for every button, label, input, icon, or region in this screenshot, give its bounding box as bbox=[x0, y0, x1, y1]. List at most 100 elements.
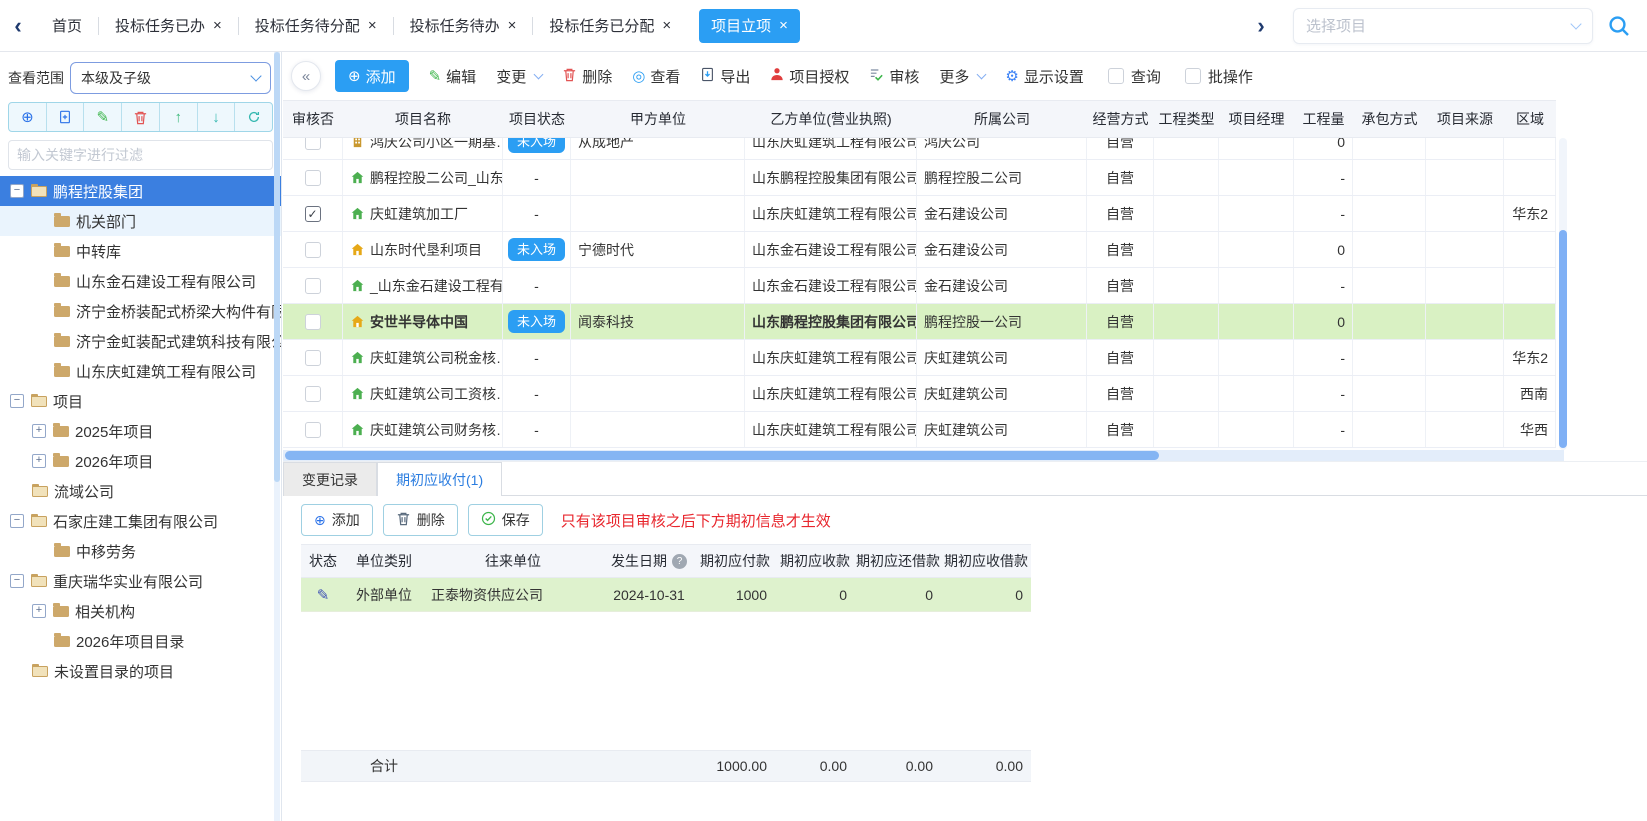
tab-close-icon[interactable]: × bbox=[662, 18, 671, 33]
move-down-icon[interactable]: ↓ bbox=[198, 103, 236, 131]
change-button[interactable]: 变更 bbox=[496, 66, 542, 87]
tree-node[interactable]: 济宁金虹装配式建筑科技有限公司 bbox=[0, 326, 281, 356]
row-checkbox[interactable] bbox=[305, 170, 321, 186]
table-row[interactable]: 庆虹建筑公司工资核…-山东庆虹建筑工程有限公司庆虹建筑公司自营-西南 bbox=[283, 376, 1556, 412]
tab-close-icon[interactable]: × bbox=[508, 18, 517, 33]
row-checkbox[interactable] bbox=[305, 138, 321, 150]
tree-node[interactable]: 济宁金桥装配式桥梁大构件有限公司 bbox=[0, 296, 281, 326]
delete-button[interactable]: 删除 bbox=[562, 66, 612, 87]
table-row[interactable]: 庆虹建筑公司财务核…-山东庆虹建筑工程有限公司庆虹建筑公司自营-华西 bbox=[283, 412, 1556, 448]
query-checkbox[interactable]: 查询 bbox=[1108, 66, 1161, 87]
row-checkbox[interactable] bbox=[305, 422, 321, 438]
table-row[interactable]: _山东金石建设工程有…-山东金石建设工程有限公司金石建设公司自营- bbox=[283, 268, 1556, 304]
tabs-scroll-right-icon[interactable]: › bbox=[1243, 0, 1279, 52]
cell-source bbox=[1426, 340, 1504, 375]
tab[interactable]: 投标任务待办× bbox=[394, 0, 533, 52]
tree-node[interactable]: 中移劳务 bbox=[0, 536, 281, 566]
tree-node[interactable]: 流域公司 bbox=[0, 476, 281, 506]
tab[interactable]: 投标任务已办× bbox=[99, 0, 238, 52]
edit-pencil-icon[interactable]: ✎ bbox=[317, 586, 330, 604]
panel-delete-button[interactable]: 删除 bbox=[383, 504, 458, 536]
edit-pencil-icon[interactable]: ✎ bbox=[84, 103, 122, 131]
tree-toggle-plus-icon[interactable]: + bbox=[32, 454, 46, 468]
tree-toggle-minus-icon[interactable]: − bbox=[10, 514, 24, 528]
horizontal-scrollbar-thumb[interactable] bbox=[285, 451, 1159, 460]
tab-close-icon[interactable]: × bbox=[368, 18, 377, 33]
table-row[interactable]: ✎外部单位正泰物资供应公司2024-10-311000000 bbox=[301, 578, 1031, 612]
tree-node[interactable]: −重庆瑞华实业有限公司 bbox=[0, 566, 281, 596]
tree-filter-input[interactable]: 输入关键字进行过滤 bbox=[8, 140, 273, 170]
panel-save-button[interactable]: 保存 bbox=[468, 504, 543, 536]
view-button[interactable]: ◎ 查看 bbox=[632, 66, 680, 87]
tree-node[interactable]: 机关部门 bbox=[0, 206, 281, 236]
tab-close-icon[interactable]: × bbox=[213, 18, 222, 33]
horizontal-scrollbar[interactable] bbox=[283, 450, 1564, 461]
tree-node[interactable]: −项目 bbox=[0, 386, 281, 416]
tab[interactable]: 投标任务待分配× bbox=[239, 0, 393, 52]
sidebar-scrollbar-thumb[interactable] bbox=[274, 52, 280, 482]
table-row[interactable]: 庆虹建筑公司税金核…-山东庆虹建筑工程有限公司庆虹建筑公司自营-华东2 bbox=[283, 340, 1556, 376]
tab[interactable]: 投标任务已分配× bbox=[533, 0, 687, 52]
tree-node[interactable]: 2026年项目目录 bbox=[0, 626, 281, 656]
display-settings-button[interactable]: ⚙ 显示设置 bbox=[1005, 66, 1083, 87]
row-checkbox[interactable] bbox=[305, 350, 321, 366]
cell-quantity: 0 bbox=[1294, 232, 1353, 267]
audit-button[interactable]: 审核 bbox=[869, 66, 919, 87]
search-icon[interactable] bbox=[1607, 14, 1631, 38]
add-node-icon[interactable]: ⊕ bbox=[9, 103, 47, 131]
checkbox[interactable] bbox=[1185, 68, 1201, 84]
refresh-icon[interactable] bbox=[235, 103, 272, 131]
tree-node[interactable]: 未设置目录的项目 bbox=[0, 656, 281, 686]
sidebar-scrollbar[interactable] bbox=[274, 52, 280, 821]
tree-node[interactable]: +相关机构 bbox=[0, 596, 281, 626]
tree-node[interactable]: +2026年项目 bbox=[0, 446, 281, 476]
tree-node[interactable]: −石家庄建工集团有限公司 bbox=[0, 506, 281, 536]
more-button[interactable]: 更多 bbox=[939, 66, 985, 87]
tree-node[interactable]: −鹏程控股集团 bbox=[0, 176, 281, 206]
edit-button[interactable]: ✎ 编辑 bbox=[429, 66, 477, 87]
tab[interactable]: 首页 bbox=[36, 0, 98, 52]
checkbox[interactable] bbox=[1108, 68, 1124, 84]
tree-toggle-minus-icon[interactable]: − bbox=[10, 394, 24, 408]
vertical-scrollbar[interactable] bbox=[1559, 138, 1567, 450]
tab-close-icon[interactable]: × bbox=[779, 18, 788, 33]
tree-node[interactable]: 山东庆虹建筑工程有限公司 bbox=[0, 356, 281, 386]
help-question-icon[interactable]: ? bbox=[672, 554, 687, 569]
panel-add-button[interactable]: ⊕ 添加 bbox=[301, 504, 373, 536]
tree-node[interactable]: 中转库 bbox=[0, 236, 281, 266]
folder-closed-icon bbox=[54, 246, 70, 257]
delete-trash-icon[interactable] bbox=[122, 103, 160, 131]
row-checkbox[interactable] bbox=[305, 278, 321, 294]
cell-party-b: 山东庆虹建筑工程有限公司 bbox=[745, 138, 917, 159]
row-checkbox[interactable]: ✓ bbox=[305, 206, 321, 222]
scope-select[interactable]: 本级及子级 bbox=[70, 62, 271, 94]
table-row[interactable]: 山东时代垦利项目未入场宁德时代山东金石建设工程有限公司金石建设公司自营0 bbox=[283, 232, 1556, 268]
collapse-sidebar-button[interactable]: « bbox=[291, 61, 321, 91]
project-select[interactable]: 选择项目 bbox=[1293, 8, 1593, 44]
panel-tab-active[interactable]: 期初应收付(1) bbox=[377, 462, 502, 496]
tree-node[interactable]: +2025年项目 bbox=[0, 416, 281, 446]
batch-ops-checkbox[interactable]: 批操作 bbox=[1185, 66, 1253, 87]
table-row[interactable]: 鸿庆公司小区一期基…未入场从成地产山东庆虹建筑工程有限公司鸿庆公司自营0 bbox=[283, 138, 1556, 160]
table-row[interactable]: ✓庆虹建筑加工厂-山东庆虹建筑工程有限公司金石建设公司自营-华东2 bbox=[283, 196, 1556, 232]
move-up-icon[interactable]: ↑ bbox=[160, 103, 198, 131]
tree-node[interactable]: 山东金石建设工程有限公司 bbox=[0, 266, 281, 296]
table-row[interactable]: 安世半导体中国未入场闻泰科技山东鹏程控股集团有限公司鹏程控股一公司自营0 bbox=[283, 304, 1556, 340]
tree-toggle-plus-icon[interactable]: + bbox=[32, 604, 46, 618]
vertical-scrollbar-thumb[interactable] bbox=[1559, 230, 1567, 448]
panel-tab[interactable]: 变更记录 bbox=[283, 462, 377, 496]
row-checkbox[interactable] bbox=[305, 386, 321, 402]
tree-toggle-plus-icon[interactable]: + bbox=[32, 424, 46, 438]
export-button[interactable]: 导出 bbox=[700, 66, 750, 87]
add-project-button[interactable]: ⊕ 添加 bbox=[335, 60, 409, 92]
tabs-scroll-left-icon[interactable]: ‹ bbox=[0, 0, 36, 52]
tab-active[interactable]: 项目立项× bbox=[699, 9, 800, 43]
tree-toggle-minus-icon[interactable]: − bbox=[10, 184, 24, 198]
authorize-button[interactable]: 项目授权 bbox=[770, 66, 849, 87]
row-checkbox[interactable] bbox=[305, 242, 321, 258]
table-row[interactable]: 鹏程控股二公司_山东…-山东鹏程控股集团有限公司鹏程控股二公司自营- bbox=[283, 160, 1556, 196]
tree-toggle-minus-icon[interactable]: − bbox=[10, 574, 24, 588]
row-checkbox[interactable] bbox=[305, 314, 321, 330]
cell-company: 金石建设公司 bbox=[917, 232, 1087, 267]
add-file-icon[interactable] bbox=[47, 103, 85, 131]
